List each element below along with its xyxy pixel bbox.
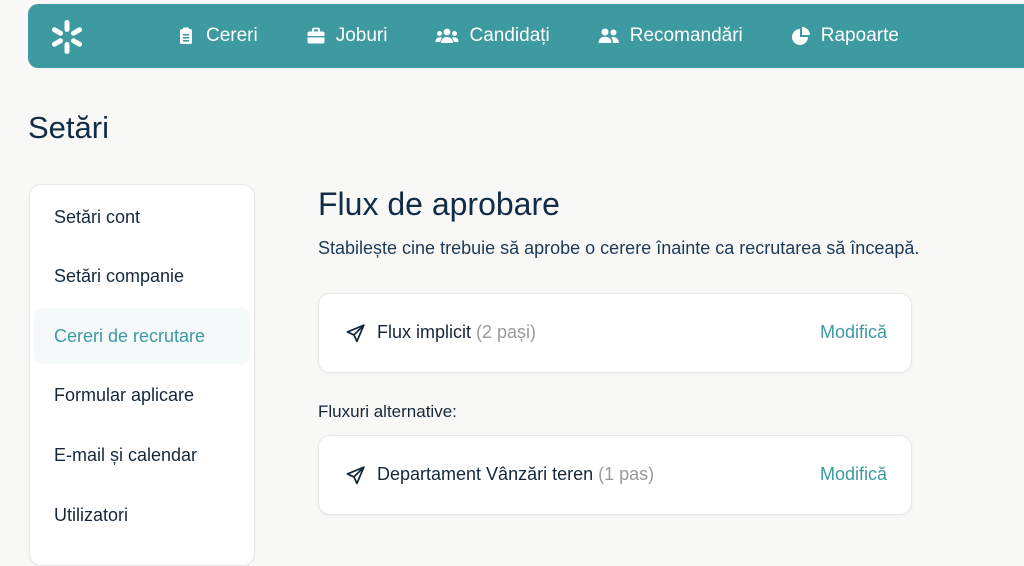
clipboard-icon: [180, 27, 192, 44]
briefcase-icon: [307, 27, 325, 44]
flow-steps: (1 pas): [598, 464, 655, 484]
user-pair-icon: [598, 28, 619, 43]
nav-label: Cereri: [206, 25, 258, 46]
main-nav: Cereri Joburi Candidați Recomandări Rapo…: [176, 4, 947, 68]
sidebar-item-email-calendar[interactable]: E-mail și calendar: [34, 427, 250, 483]
company-logo[interactable]: [48, 19, 86, 55]
nav-label: Recomandări: [629, 25, 743, 46]
default-flow-card: Flux implicit (2 pași) Modifică: [318, 293, 912, 373]
nav-label: Candidați: [469, 25, 550, 46]
nav-item-rapoarte[interactable]: Rapoarte: [791, 25, 899, 47]
users-icon: [435, 28, 459, 43]
sidebar-item-formular-aplicare[interactable]: Formular aplicare: [34, 367, 250, 423]
send-icon: [346, 324, 365, 343]
sidebar-item-utilizatori[interactable]: Utilizatori: [34, 487, 250, 543]
nav-item-joburi[interactable]: Joburi: [306, 25, 388, 47]
sidebar-item-setari-companie[interactable]: Setări companie: [34, 248, 250, 304]
sidebar-item-cereri-de-recrutare[interactable]: Cereri de recrutare: [34, 308, 250, 364]
flow-title: Departament Vânzări teren: [377, 464, 594, 484]
alternative-flows-label: Fluxuri alternative:: [318, 402, 457, 421]
nav-item-recomandari[interactable]: Recomandări: [598, 25, 743, 47]
pie-chart-icon: [791, 27, 810, 45]
section-description: Stabilește cine trebuie să aprobe o cere…: [318, 238, 920, 258]
nav-label: Joburi: [335, 25, 388, 46]
alternative-flow-card: Departament Vânzări teren (1 pas) Modifi…: [318, 435, 912, 515]
nav-item-cereri[interactable]: Cereri: [176, 25, 258, 47]
nav-item-candidati[interactable]: Candidați: [435, 25, 550, 47]
sidebar-item-setari-cont[interactable]: Setări cont: [34, 189, 250, 245]
edit-alternative-flow-link[interactable]: Modifică: [820, 464, 887, 485]
nav-label: Rapoarte: [820, 25, 899, 46]
flow-steps: (2 pași): [476, 322, 537, 342]
settings-sidebar: Setări cont Setări companie Cereri de re…: [29, 184, 255, 566]
page-title: Setări: [28, 110, 109, 145]
section-title: Flux de aprobare: [318, 186, 560, 222]
edit-default-flow-link[interactable]: Modifică: [820, 322, 887, 343]
top-navigation-bar: Cereri Joburi Candidați Recomandări Rapo…: [28, 4, 1024, 68]
flow-name: Flux implicit (2 pași): [377, 322, 536, 343]
flow-name: Departament Vânzări teren (1 pas): [377, 464, 654, 485]
flow-title: Flux implicit: [377, 322, 472, 342]
send-icon: [346, 466, 365, 485]
